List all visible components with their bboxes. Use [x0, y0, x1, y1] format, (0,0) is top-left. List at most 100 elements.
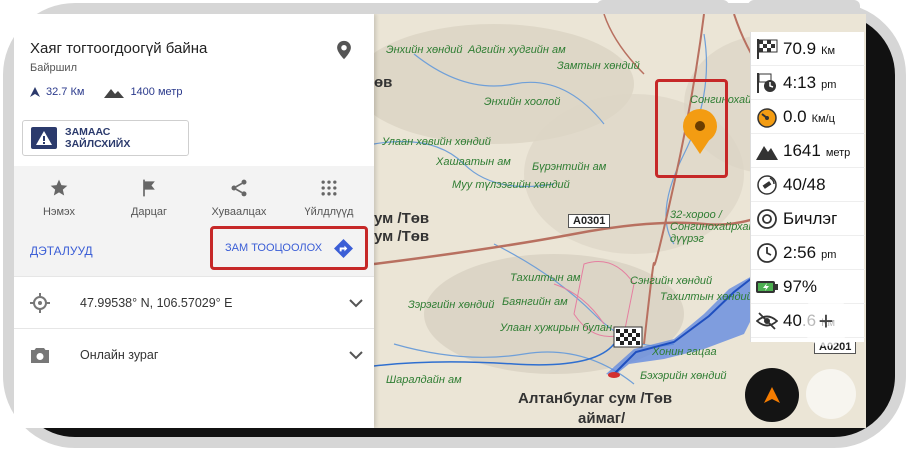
- map-label: Хонин гацаа: [652, 346, 717, 358]
- stat-value: 0.0: [783, 106, 807, 126]
- stat-value: 1641: [783, 140, 821, 160]
- pin-highlight: [655, 79, 728, 178]
- arrival-time-icon: [757, 72, 776, 93]
- place-stats: 32.7 Км 1400 метр: [30, 86, 182, 98]
- direction-arrow-icon: [30, 87, 40, 97]
- map-label: Сэнгийн хөндий: [630, 275, 713, 287]
- camera-icon: [31, 347, 49, 363]
- compass-button[interactable]: [745, 368, 799, 422]
- map-label: Энхийн хөндий: [386, 44, 463, 56]
- place-header: Хаяг тогтоогдоогүй байна Байршил 32.7 Км…: [14, 14, 374, 166]
- mountain-icon: [104, 89, 125, 98]
- mountain-icon: [756, 145, 778, 160]
- stat-value: 97%: [783, 276, 818, 296]
- chevron-down-icon: [349, 298, 363, 307]
- map-place-label: аймаг/: [578, 410, 626, 427]
- zoom-out-button[interactable]: [806, 369, 856, 419]
- map-place-label: ум /Төв: [374, 210, 430, 227]
- finish-flag-icon: [757, 38, 778, 59]
- stat-battery[interactable]: 97%: [751, 270, 865, 304]
- place-title: Хаяг тогтоогдоогүй байна: [30, 40, 208, 57]
- avoid-road-label-1: ЗАМААС: [65, 126, 111, 138]
- stat-altitude[interactable]: 1641 метр: [751, 134, 865, 168]
- navigation-arrow-icon: [764, 387, 780, 403]
- map-place-label: ум /Төв: [374, 228, 430, 245]
- stat-unit: Км: [821, 44, 836, 57]
- map-label: Баянгийн ам: [502, 296, 568, 308]
- stat-unit: pm: [821, 78, 837, 91]
- action-label: Хуваалцах: [211, 206, 267, 218]
- speedometer-icon: [757, 107, 777, 128]
- star-icon: [50, 179, 68, 196]
- share-button[interactable]: Хуваалцах: [194, 166, 284, 224]
- online-photo-row[interactable]: Онлайн зураг: [14, 328, 374, 380]
- calculate-route-button[interactable]: ЗАМ ТООЦООЛОХ: [210, 226, 368, 270]
- location-pin-icon[interactable]: [333, 38, 355, 62]
- clock-icon: [757, 242, 777, 263]
- chevron-down-icon: [349, 350, 363, 359]
- screen: Адгийн худгийн ам Замтын хөндий Энхийн х…: [14, 14, 866, 428]
- battery-icon: [756, 280, 778, 293]
- flag-button[interactable]: Дарцаг: [104, 166, 194, 224]
- road-warning-icon: [31, 127, 57, 149]
- map-place-label: өв: [374, 74, 393, 91]
- crosshair-icon: [30, 292, 50, 313]
- map-label: Бэхэрийн хөндий: [640, 370, 727, 382]
- online-photo-text: Онлайн зураг: [80, 347, 159, 362]
- map-label: Зэрэгийн хөндий: [408, 299, 495, 311]
- stat-value: 40/48: [783, 174, 826, 194]
- map-label: Тахилтын ам: [510, 272, 581, 284]
- map-label: Муу түлээгийн хөндий: [452, 179, 570, 191]
- elevation-value: 1400 метр: [130, 86, 183, 98]
- map-label: Замтын хөндий: [557, 60, 640, 72]
- stat-clock[interactable]: 2:56 pm: [751, 236, 865, 270]
- stat-unit: pm: [821, 248, 837, 261]
- add-favorite-button[interactable]: Нэмэх: [14, 166, 104, 224]
- stat-distance-to-finish[interactable]: 70.9 Км: [751, 32, 865, 66]
- phone-device: Адгийн худгийн ам Замтын хөндий Энхийн х…: [0, 0, 909, 451]
- action-label: Нэмэх: [42, 206, 76, 218]
- stat-satellites[interactable]: 40/48: [751, 168, 865, 202]
- map-label: Улаан хөвийн хөндий: [382, 136, 491, 148]
- eye-slash-icon: [756, 311, 778, 330]
- action-label: Үйлдлүүд: [304, 206, 354, 218]
- avoid-road-label-2: ЗАЙЛСХИЙХ: [65, 138, 131, 150]
- record-icon: [757, 208, 777, 229]
- road-label: А0301: [568, 214, 611, 228]
- map-label: Адгийн худгийн ам: [468, 44, 566, 56]
- stat-value: Бичлэг: [783, 208, 838, 228]
- share-icon: [231, 179, 247, 197]
- stat-value: 70.9: [783, 38, 817, 58]
- grid-icon: [321, 180, 337, 196]
- map-label: 32-хороо / Сонгинохайрхан дүүрэг: [670, 209, 755, 245]
- coordinates-row[interactable]: 47.99538° N, 106.57029° E: [14, 276, 374, 328]
- map-place-label: Алтанбулаг сум /Төв: [518, 390, 673, 407]
- coordinates-text: 47.99538° N, 106.57029° E: [80, 295, 233, 310]
- stat-unit: метр: [825, 146, 851, 159]
- map-label: Шаралдайн ам: [386, 374, 462, 386]
- action-label: Дарцаг: [130, 206, 168, 218]
- map-label: Тахилтын хөндий: [660, 291, 753, 303]
- trip-stats-panel: 70.9 Км 4:13 pm 0.0 Км/ц 1641 метр 40/48: [750, 32, 865, 342]
- map-label: Хашаатын ам: [436, 156, 511, 168]
- distance-value: 32.7 Км: [46, 86, 85, 98]
- directions-icon: [334, 239, 353, 258]
- stat-recording[interactable]: Бичлэг: [751, 202, 865, 236]
- stat-value: 2:56: [783, 242, 817, 262]
- stat-arrival-time[interactable]: 4:13 pm: [751, 66, 865, 100]
- stat-speed[interactable]: 0.0 Км/ц: [751, 100, 865, 134]
- avoid-road-button[interactable]: ЗАМААС ЗАЙЛСХИЙХ: [22, 120, 189, 156]
- stat-value: 4:13: [783, 72, 817, 92]
- stat-unit: Км/ц: [811, 112, 835, 125]
- map-label: Улаан хужирын булан: [500, 322, 613, 334]
- calculate-route-label: ЗАМ ТООЦООЛОХ: [225, 242, 323, 254]
- place-subtitle: Байршил: [30, 62, 77, 74]
- more-actions-button[interactable]: Үйлдлүүд: [284, 166, 374, 224]
- flag-icon: [143, 179, 155, 197]
- details-link[interactable]: ДЭТАЛУУД: [30, 244, 93, 258]
- zoom-in-button[interactable]: +: [801, 296, 851, 346]
- satellite-icon: [757, 174, 777, 195]
- place-panel: Хаяг тогтоогдоогүй байна Байршил 32.7 Км…: [14, 14, 374, 428]
- action-bar: Нэмэх Дарцаг Хуваалцах Үйлдлүүд: [14, 166, 374, 224]
- map-label: Энхийн хоолой: [484, 96, 561, 108]
